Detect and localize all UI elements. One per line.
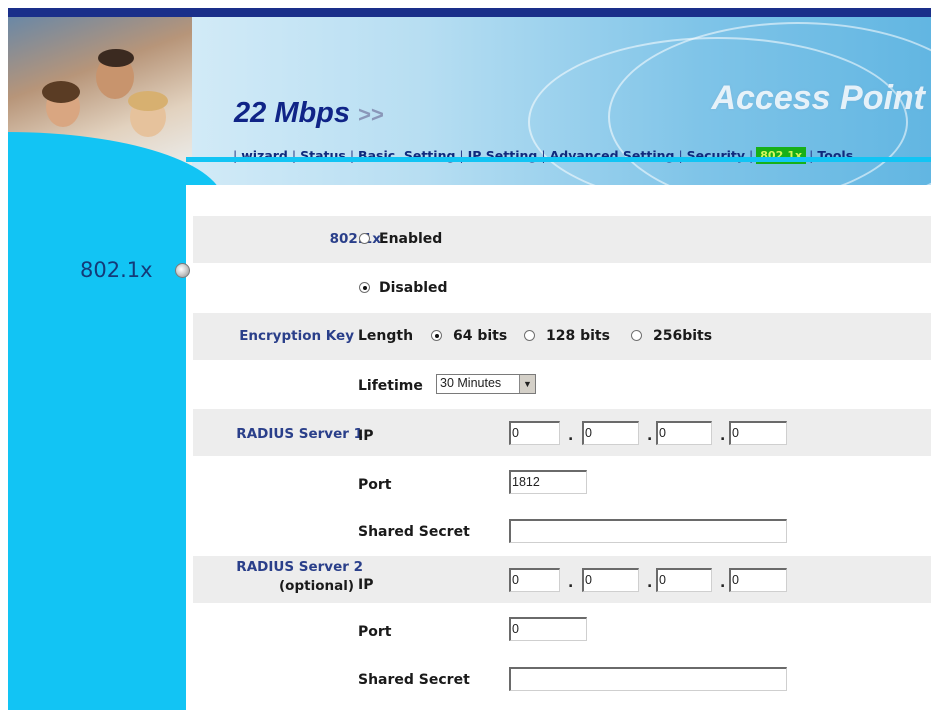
- radius2-ip-octet-1[interactable]: 0: [509, 568, 560, 592]
- radius2-optional-label: (optional): [279, 578, 354, 594]
- encryption-key-label: Encryption Key: [239, 328, 354, 344]
- row-8021x-enabled: 802.1x Enabled: [193, 216, 931, 263]
- length-64-label: 64 bits: [453, 328, 508, 344]
- disabled-radio[interactable]: [359, 282, 370, 293]
- enabled-label: Enabled: [379, 231, 443, 247]
- length-256-radio[interactable]: [631, 330, 642, 341]
- row-radius1-ip: RADIUS Server 1 IP 0 . 0 . 0 . 0: [193, 409, 931, 456]
- row-encryption-key: Encryption Key Length 64 bits 128 bits 2…: [193, 313, 931, 360]
- radius2-secret-input[interactable]: [509, 667, 787, 691]
- length-256-label: 256bits: [653, 328, 713, 344]
- row-radius1-port: Port 1812: [193, 460, 931, 507]
- dot1x-label: 802.1x: [329, 231, 381, 247]
- sidebar-title: 802.1x: [80, 258, 153, 282]
- radius2-port-label: Port: [358, 624, 392, 640]
- radius1-ip-label: IP: [358, 428, 374, 444]
- radius1-secret-input[interactable]: [509, 519, 787, 543]
- row-radius2-secret: Shared Secret: [193, 655, 931, 702]
- radius1-label: RADIUS Server 1: [236, 426, 363, 442]
- bullet-icon: [175, 263, 190, 278]
- speed-title: 22 Mbps >>: [234, 97, 384, 129]
- row-radius2-ip: RADIUS Server 2 (optional) IP 0 . 0 . 0 …: [193, 556, 931, 603]
- radius1-secret-label: Shared Secret: [358, 524, 470, 540]
- radius2-ip-octet-4[interactable]: 0: [729, 568, 787, 592]
- radius1-port-label: Port: [358, 477, 392, 493]
- length-64-radio[interactable]: [431, 330, 442, 341]
- nav-menu: | wizard | Status | Basic Setting | IP S…: [233, 146, 854, 164]
- radius2-secret-label: Shared Secret: [358, 672, 470, 688]
- radius1-ip-octet-4[interactable]: 0: [729, 421, 787, 445]
- radius1-ip-octet-2[interactable]: 0: [582, 421, 639, 445]
- brand-logo: Access Point: [711, 79, 925, 117]
- header-divider: [186, 157, 931, 162]
- length-128-radio[interactable]: [524, 330, 535, 341]
- row-8021x-disabled: Disabled: [193, 265, 931, 312]
- radius2-ip-label: IP: [358, 577, 374, 593]
- lifetime-label: Lifetime: [358, 378, 423, 394]
- length-label: Length: [358, 328, 414, 344]
- radius2-label: RADIUS Server 2: [236, 559, 363, 575]
- radius1-ip-octet-3[interactable]: 0: [656, 421, 712, 445]
- arrow-icon: >>: [358, 102, 384, 127]
- row-radius1-secret: Shared Secret: [193, 507, 931, 554]
- lifetime-value: 30 Minutes: [440, 376, 502, 390]
- radius2-ip-octet-3[interactable]: 0: [656, 568, 712, 592]
- lifetime-select[interactable]: 30 Minutes ▼: [436, 374, 536, 394]
- row-lifetime: Lifetime 30 Minutes ▼: [193, 361, 931, 408]
- length-128-label: 128 bits: [546, 328, 610, 344]
- radius1-port-input[interactable]: 1812: [509, 470, 587, 494]
- radius2-port-input[interactable]: 0: [509, 617, 587, 641]
- top-strip: [8, 8, 931, 17]
- radius1-ip-octet-1[interactable]: 0: [509, 421, 560, 445]
- enabled-radio[interactable]: [359, 233, 370, 244]
- disabled-label: Disabled: [379, 280, 448, 296]
- radius2-ip-octet-2[interactable]: 0: [582, 568, 639, 592]
- row-radius2-port: Port 0: [193, 607, 931, 654]
- chevron-down-icon[interactable]: ▼: [519, 375, 535, 393]
